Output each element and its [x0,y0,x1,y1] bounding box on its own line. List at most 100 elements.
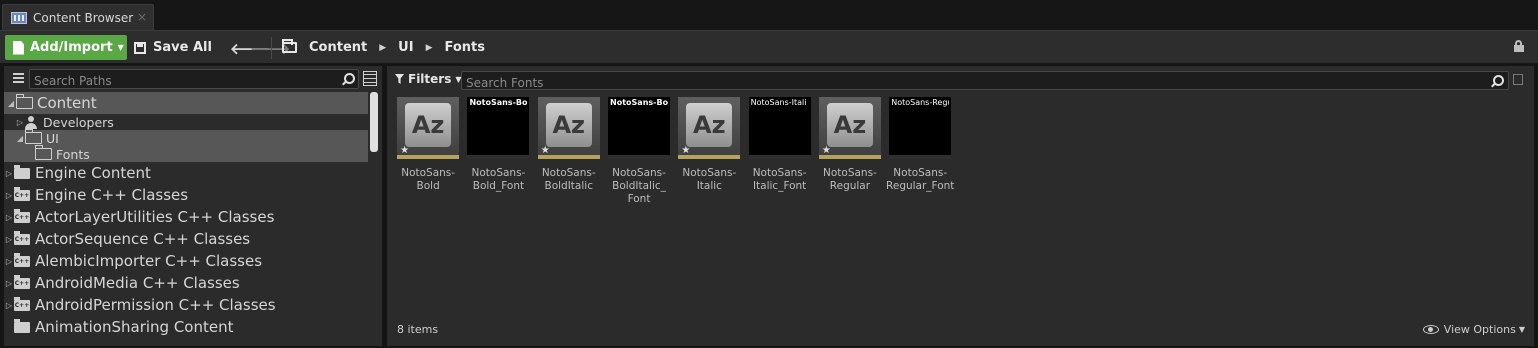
toolbar-divider [271,37,272,59]
tree-item-label: Engine Content [35,164,151,182]
tree-scrollbar[interactable] [370,92,378,152]
save-all-button[interactable]: Save All [134,35,212,60]
folder-open-icon [25,129,42,144]
folder-tree: ◢ Content ▷ Developers ◢ UI Fonts ▷ Engi… [4,92,368,338]
lock-body [1514,45,1524,52]
lock-icon[interactable] [1514,40,1524,52]
collapsed-arrow-icon[interactable]: ▷ [4,235,14,244]
cpp-folder-icon: C++ [14,186,30,201]
folder-icon [14,318,30,333]
font-preview-text: NotoSans-Bold [469,98,528,107]
breadcrumb-arrow-icon[interactable]: ▶ [426,43,433,53]
expanded-arrow-icon[interactable]: ◢ [6,99,16,108]
asset-tile[interactable]: NotoSans-Regu NotoSans- Regular_Font [885,97,955,206]
folder-open-icon [16,94,33,109]
tree-item-androidmedia[interactable]: ▷ C++ AndroidMedia C++ Classes [4,272,368,294]
collapsed-arrow-icon[interactable]: ▷ [4,191,14,200]
save-all-label: Save All [153,40,212,55]
cpp-folder-icon: C++ [14,208,30,223]
content-browser-icon [11,11,27,24]
asset-tile[interactable]: Az ★ NotoSans- Regular [815,97,885,206]
save-icon [134,41,146,54]
star-icon: ★ [821,145,831,156]
view-list-icon[interactable] [363,71,377,86]
tab-bar: Content Browser × [0,0,1538,32]
breadcrumb-item-ui[interactable]: UI [398,40,413,55]
tree-item-actorsequence[interactable]: ▷ C++ ActorSequence C++ Classes [4,228,368,250]
tab-label: Content Browser [33,10,134,25]
tree-item-content[interactable]: ◢ Content [4,92,368,114]
asset-name: NotoSans- Italic_Font [752,167,807,192]
collapsed-arrow-icon[interactable]: ▷ [4,257,14,266]
tree-item-alembicimporter[interactable]: ▷ C++ AlembicImporter C++ Classes [4,250,368,272]
add-import-label: Add/Import [30,40,113,55]
folder-open-icon[interactable] [282,39,297,53]
tab-content-browser[interactable]: Content Browser × [2,4,154,30]
tree-item-actorlayerutilities[interactable]: ▷ C++ ActorLayerUtilities C++ Classes [4,206,368,228]
star-icon: ★ [400,145,410,156]
breadcrumb-item-content[interactable]: Content [309,40,367,55]
font-preview-text: NotoSans-Itali [750,98,807,107]
breadcrumb-item-fonts[interactable]: Fonts [444,40,485,55]
search-paths-input[interactable] [30,72,358,90]
asset-name: NotoSans- Bold_Font [471,167,526,192]
font-face-icon: Az [826,103,873,147]
tree-item-engine-content[interactable]: ▷ Engine Content [4,162,368,184]
tree-item-label: ActorLayerUtilities C++ Classes [35,208,275,226]
asset-tile[interactable]: NotoSans-Bold NotoSans-BoldItalic_Font [604,97,674,206]
asset-tile[interactable]: Az ★ NotoSans- Italic [674,97,744,206]
chevron-down-icon: ▼ [1518,325,1525,334]
breadcrumb-arrow-icon[interactable]: ▶ [379,43,386,53]
font-face-thumbnail: Az ★ [678,97,741,159]
tree-item-engine-cpp-classes[interactable]: ▷ C++ Engine C++ Classes [4,184,368,206]
font-face-thumbnail: Az ★ [397,97,460,159]
search-icon[interactable] [342,73,355,85]
tree-item-label: AndroidPermission C++ Classes [35,296,276,314]
asset-name: NotoSans- Italic [682,167,737,192]
font-face-thumbnail: Az ★ [818,97,881,159]
filters-button[interactable]: Filters ▼ [395,72,462,86]
collapsed-arrow-icon[interactable]: ▷ [15,118,25,127]
tree-item-animationsharing[interactable]: AnimationSharing Content [4,316,368,338]
new-document-icon [13,40,24,55]
asset-name: NotoSans- Regular_Font [886,167,955,192]
tree-item-androidpermission[interactable]: ▷ C++ AndroidPermission C++ Classes [4,294,368,316]
save-search-icon[interactable] [1513,74,1523,85]
font-preview-text: NotoSans-Bold [610,98,669,107]
tree-item-label: AnimationSharing Content [35,318,234,336]
font-thumbnail: NotoSans-Bold [467,97,530,159]
tree-item-label: ActorSequence C++ Classes [35,230,251,248]
search-icon[interactable] [1491,75,1504,87]
tree-item-label: Fonts [56,146,90,162]
filter-icon [395,74,404,84]
close-icon[interactable]: × [137,10,147,24]
asset-type-bar [748,155,811,159]
tree-item-ui[interactable]: ◢ UI [4,129,368,146]
asset-tile[interactable]: NotoSans-Itali NotoSans- Italic_Font [744,97,814,206]
asset-name: NotoSans- BoldItalic [541,167,596,192]
asset-type-bar [889,155,952,159]
search-fonts-input[interactable] [462,74,1508,92]
tree-view-toggle-icon[interactable] [8,72,24,86]
tree-item-developers[interactable]: ▷ Developers [4,114,368,130]
collapsed-arrow-icon[interactable]: ▷ [4,279,14,288]
collapsed-arrow-icon[interactable]: ▷ [4,213,14,222]
search-paths-box[interactable] [29,69,359,90]
font-preview-text: NotoSans-Regu [891,98,950,107]
expanded-arrow-icon[interactable]: ◢ [15,134,25,143]
star-icon: ★ [540,145,550,156]
search-fonts-box[interactable] [461,71,1509,92]
breadcrumb: Content ▶ UI ▶ Fonts [282,35,485,60]
cpp-folder-icon: C++ [14,296,30,311]
view-options-button[interactable]: View Options ▼ [1422,323,1525,336]
add-import-button[interactable]: Add/Import ▼ [5,35,127,60]
cpp-folder-icon: C++ [14,252,30,267]
collapsed-arrow-icon[interactable]: ▷ [4,301,14,310]
asset-tile[interactable]: NotoSans-Bold NotoSans-Bold_Font [463,97,533,206]
tree-item-fonts[interactable]: Fonts [4,145,368,162]
asset-tile[interactable]: Az ★ NotoSans- BoldItalic [534,97,604,206]
asset-tile[interactable]: Az ★ NotoSans- Bold [393,97,463,206]
user-folder-icon [25,115,37,129]
font-thumbnail: NotoSans-Regu [889,97,952,159]
collapsed-arrow-icon[interactable]: ▷ [4,169,14,178]
